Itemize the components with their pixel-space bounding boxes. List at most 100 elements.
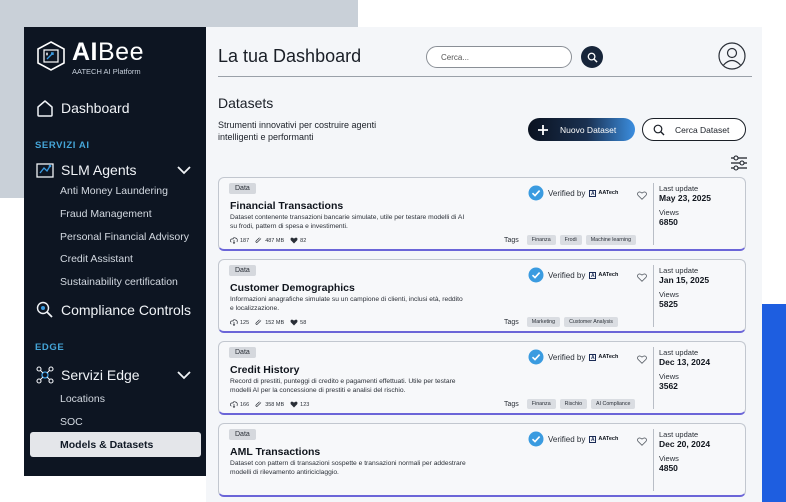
- app-logo[interactable]: AIBee AATECH AI Platform: [36, 38, 196, 79]
- dataset-description: Informazioni anagrafiche simulate su un …: [230, 296, 463, 312]
- tag-chip[interactable]: Rischio: [559, 399, 588, 409]
- chevron-down-icon[interactable]: [176, 367, 192, 383]
- dataset-meta: Last update Dec 20, 2024 Views 4850: [659, 430, 710, 478]
- search-icon: [587, 52, 598, 63]
- sidebar-item-label: SLM Agents: [61, 162, 137, 178]
- download-count: 187: [240, 237, 250, 244]
- section-description: Strumenti innovativi per costruire agent…: [218, 120, 377, 142]
- tag-list: Tags Finanza Rischio AI Compliance: [504, 399, 636, 409]
- slm-agents-icon: [34, 159, 56, 181]
- find-dataset-label: Cerca Dataset: [675, 124, 730, 135]
- data-badge: Data: [229, 347, 256, 358]
- chevron-down-icon[interactable]: [176, 162, 192, 178]
- favorite-heart-icon[interactable]: [637, 273, 647, 282]
- section-label-edge: EDGE: [35, 342, 65, 353]
- dataset-stats: 166 358 MB 123: [230, 401, 315, 408]
- sidebar-subitem-soc[interactable]: SOC: [60, 416, 83, 428]
- brand-logo: A AATech: [589, 271, 619, 279]
- like-count: 58: [300, 319, 307, 326]
- sidebar: AIBee AATECH AI Platform Dashboard SERVI…: [24, 27, 206, 476]
- data-badge: Data: [229, 429, 256, 440]
- sidebar-subitem-advisory[interactable]: Personal Financial Advisory: [60, 231, 189, 243]
- sidebar-subitem-sustainability[interactable]: Sustainability certification: [60, 276, 178, 288]
- screenshot-stage: AIBee AATECH AI Platform Dashboard SERVI…: [0, 0, 786, 502]
- network-icon: [34, 364, 56, 386]
- card-divider: [653, 429, 654, 491]
- download-count: 166: [240, 401, 250, 408]
- views-label: Views: [659, 454, 679, 463]
- attachment-icon: [255, 401, 262, 407]
- dataset-description: Record di prestiti, punteggi di credito …: [230, 378, 456, 394]
- views-value: 5825: [659, 299, 678, 309]
- logo-title: AIBee: [72, 38, 144, 66]
- tags-label: Tags: [504, 236, 519, 244]
- home-icon: [34, 97, 56, 119]
- last-update-value: May 23, 2025: [659, 193, 711, 203]
- sidebar-subitem-locations[interactable]: Locations: [60, 393, 105, 405]
- verified-by-label: Verified by: [548, 352, 586, 362]
- plus-icon: [538, 124, 548, 135]
- tags-label: Tags: [504, 400, 519, 408]
- dataset-meta: Last update May 23, 2025 Views 6850: [659, 184, 711, 232]
- brand-logo: A AATech: [589, 353, 619, 361]
- new-dataset-label: Nuovo Dataset: [560, 124, 617, 135]
- dataset-meta: Last update Dec 13, 2024 Views 3562: [659, 348, 710, 396]
- sidebar-subitem-fraud[interactable]: Fraud Management: [60, 208, 152, 220]
- dataset-stats: 187 487 MB 82: [230, 237, 312, 244]
- brand-logo: A AATech: [589, 435, 619, 443]
- user-avatar-icon[interactable]: [718, 42, 746, 70]
- dataset-card[interactable]: Data Customer Demographics Informazioni …: [218, 259, 746, 333]
- find-dataset-button[interactable]: Cerca Dataset: [642, 118, 746, 141]
- views-value: 6850: [659, 217, 678, 227]
- dataset-title: Financial Transactions: [230, 200, 344, 212]
- dataset-stats: 125 152 MB 58: [230, 319, 312, 326]
- sidebar-item-label: Servizi Edge: [61, 367, 140, 383]
- tag-chip[interactable]: Customer Analysis: [564, 317, 618, 327]
- favorite-heart-icon[interactable]: [637, 437, 647, 446]
- dataset-card[interactable]: Data Credit History Record di prestiti, …: [218, 341, 746, 415]
- tag-chip[interactable]: Finanza: [526, 235, 556, 245]
- dataset-card[interactable]: Data Financial Transactions Dataset cont…: [218, 177, 746, 251]
- download-icon: [230, 237, 238, 244]
- sidebar-item-dashboard[interactable]: Dashboard: [34, 96, 200, 120]
- section-label-ai: SERVIZI AI: [35, 140, 90, 151]
- verified-by: Verified by A AATech: [528, 185, 618, 201]
- sidebar-subitem-credit[interactable]: Credit Assistant: [60, 253, 133, 265]
- brand-mark-icon: A: [589, 189, 597, 197]
- tag-chip[interactable]: Marketing: [526, 317, 561, 327]
- sidebar-subitem-aml[interactable]: Anti Money Laundering: [60, 185, 168, 197]
- new-dataset-button[interactable]: Nuovo Dataset: [528, 118, 635, 141]
- search-input[interactable]: [426, 46, 572, 68]
- tag-chip[interactable]: Machine learning: [585, 235, 637, 245]
- search-button[interactable]: [581, 46, 603, 68]
- favorite-heart-icon[interactable]: [637, 355, 647, 364]
- sidebar-subitem-models-datasets[interactable]: Models & Datasets: [30, 432, 201, 457]
- tag-list: Tags Marketing Customer Analysis: [504, 317, 618, 327]
- sidebar-item-compliance[interactable]: Compliance Controls: [34, 298, 200, 322]
- verified-by: Verified by A AATech: [528, 267, 618, 283]
- sidebar-item-servizi-edge[interactable]: Servizi Edge: [34, 363, 200, 387]
- tag-chip[interactable]: AI Compliance: [591, 399, 636, 409]
- favorite-heart-icon[interactable]: [637, 191, 647, 200]
- verified-by-label: Verified by: [548, 434, 586, 444]
- brand-logo: A AATech: [589, 189, 619, 197]
- sidebar-item-label: Dashboard: [61, 100, 130, 116]
- tag-chip[interactable]: Frodi: [559, 235, 582, 245]
- header-divider: [218, 76, 752, 77]
- verified-check-icon: [528, 431, 544, 447]
- verified-by-label: Verified by: [548, 270, 586, 280]
- dataset-description: Dataset con pattern di transazioni sospe…: [230, 460, 466, 476]
- dataset-card[interactable]: Data AML Transactions Dataset con patter…: [218, 423, 746, 497]
- views-label: Views: [659, 208, 679, 217]
- tag-chip[interactable]: Finanza: [526, 399, 556, 409]
- heart-filled-icon: [290, 319, 298, 326]
- sidebar-item-slm-agents[interactable]: SLM Agents: [34, 158, 200, 182]
- dataset-size: 152 MB: [265, 319, 285, 326]
- download-icon: [230, 319, 238, 326]
- data-badge: Data: [229, 183, 256, 194]
- like-count: 82: [300, 237, 307, 244]
- card-divider: [653, 265, 654, 327]
- filter-sliders-icon[interactable]: [730, 155, 748, 171]
- download-count: 125: [240, 319, 250, 326]
- dataset-meta: Last update Jan 15, 2025 Views 5825: [659, 266, 709, 314]
